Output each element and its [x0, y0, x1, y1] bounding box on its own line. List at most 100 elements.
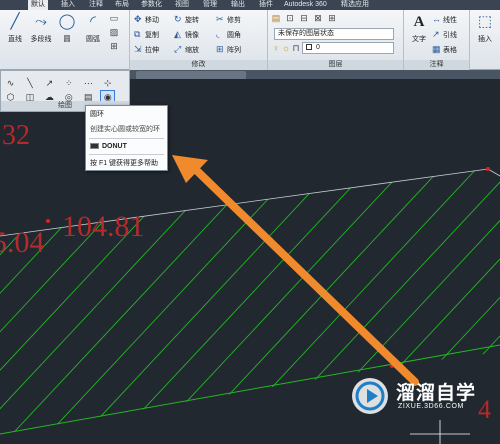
tab-annotate[interactable]: 注释 — [86, 0, 106, 10]
rotate-label: 旋转 — [185, 17, 199, 24]
hatch-line — [95, 169, 387, 434]
table-icon: ▦ — [432, 44, 441, 54]
hatch-line — [491, 169, 500, 434]
tab-plugins[interactable]: 插件 — [256, 0, 276, 10]
dimension-text-4: 4 — [478, 395, 491, 424]
insert-block-button[interactable]: ⬚ 插入 — [470, 12, 500, 44]
tab-layout[interactable]: 布局 — [112, 0, 132, 10]
current-layer-value: 0 — [316, 44, 320, 51]
tab-featured-apps[interactable]: 精选应用 — [338, 0, 372, 10]
hatch-line — [0, 169, 27, 434]
rectangle-icon[interactable]: ▭ — [108, 12, 120, 24]
boundary-right-line — [487, 168, 500, 177]
trim-label: 修剪 — [227, 17, 241, 24]
tooltip-divider — [89, 138, 164, 139]
tab-insert[interactable]: 插入 — [58, 0, 78, 10]
polyline-label: 多段线 — [30, 36, 52, 43]
annotation-group-title[interactable]: 注释 — [404, 60, 469, 70]
hatch-line — [0, 169, 135, 434]
ribbon-tab-bar: 默认 插入 注释 布局 参数化 视图 管理 输出 插件 Autodesk 360… — [0, 0, 500, 10]
move-icon: ✥ — [134, 14, 142, 24]
stretch-label: 拉伸 — [145, 47, 159, 54]
hatch-line — [0, 169, 171, 434]
tab-parametric[interactable]: 参数化 — [138, 0, 165, 10]
play-logo-icon — [352, 378, 388, 414]
stretch-button[interactable]: ⇲ 拉伸 — [134, 43, 159, 56]
mirror-icon: ◭ — [174, 29, 181, 39]
annotation-group: A 文字 ↔ 线性 ↗ 引线 ▦ 表格 注释 — [404, 10, 470, 70]
tooltip-description: 创建实心圆或较宽的环 — [90, 126, 160, 133]
file-tab-strip — [130, 70, 500, 79]
rotate-icon: ↻ — [174, 14, 182, 24]
draw-group: ╱ 直线 ⤳ 多段线 ◯ 圆 ◜ 圆弧 ▭ ▨ ⊞ — [0, 10, 130, 70]
scale-button[interactable]: ⤢ 缩放 — [174, 43, 199, 56]
tooltip-command-name: DONUT — [102, 143, 127, 150]
trim-button[interactable]: ✂ 修剪 — [216, 13, 241, 26]
ribbon-panel: ╱ 直线 ⤳ 多段线 ◯ 圆 ◜ 圆弧 ▭ ▨ ⊞ ✥ 移动 ↻ 旋转 ✂ 修剪 ⧉ 复… — [0, 10, 500, 70]
stretch-icon: ⇲ — [134, 44, 142, 54]
tab-default[interactable]: 默认 — [28, 0, 48, 10]
donut-tooltip: 圆环 创建实心圆或较宽的环 DONUT 按 F1 键获得更多帮助 — [85, 105, 168, 171]
modify-group-title[interactable]: 修改 — [130, 60, 267, 70]
layer-tool-icon-4[interactable]: ⊞ — [326, 12, 338, 24]
array-button[interactable]: ⊞ 阵列 — [216, 43, 241, 56]
current-layer-combo[interactable]: 0 — [302, 42, 394, 54]
watermark-title: 溜溜自学 — [396, 383, 477, 404]
mirror-button[interactable]: ◭ 镜像 — [174, 28, 199, 41]
tab-autodesk-360[interactable]: Autodesk 360 — [281, 0, 330, 10]
layer-properties-icon[interactable]: ▤ — [270, 12, 282, 24]
trim-icon: ✂ — [216, 14, 224, 24]
fillet-icon: ◟ — [216, 29, 220, 39]
text-icon: A — [413, 14, 425, 30]
insert-label: 插入 — [478, 36, 492, 43]
insert-block-icon: ⬚ — [477, 13, 493, 30]
vertex-point — [486, 167, 490, 171]
modify-group: ✥ 移动 ↻ 旋转 ✂ 修剪 ⧉ 复制 ◭ 镜像 ◟ 圆角 ⇲ 拉伸 ⤢ 缩放 ⊞ 阵列 修改 — [130, 10, 268, 70]
scale-label: 缩放 — [185, 47, 199, 54]
circle-icon: ◯ — [58, 13, 76, 30]
linear-dim-button[interactable]: ↔ 线性 — [432, 13, 457, 26]
hatch-icon[interactable]: ▨ — [108, 26, 120, 38]
tab-manage[interactable]: 管理 — [200, 0, 220, 10]
table-label: 表格 — [443, 47, 457, 54]
array-label: 阵列 — [227, 47, 241, 54]
rotate-button[interactable]: ↻ 旋转 — [174, 13, 199, 26]
layers-group-title[interactable]: 图层 — [268, 60, 403, 70]
copy-button[interactable]: ⧉ 复制 — [134, 28, 159, 41]
leader-label: 引线 — [443, 32, 457, 39]
arc-button[interactable]: ◜ 圆弧 — [78, 12, 108, 44]
file-tab[interactable] — [136, 71, 246, 79]
mirror-label: 镜像 — [185, 32, 199, 39]
hatch-line — [0, 169, 63, 434]
watermark: 溜溜自学 ZIXUE.3D66.COM — [352, 372, 475, 428]
copy-label: 复制 — [145, 32, 159, 39]
vertex-point — [46, 219, 50, 223]
layers-group: ▤ ⊡ ⊟ ⊠ ⊞ 未保存的图层状态 ♀ ☼ ⊓ 0 图层 — [268, 10, 404, 70]
annotation-arrow — [188, 162, 419, 386]
table-button[interactable]: ▦ 表格 — [432, 43, 457, 56]
tooltip-command: DONUT — [90, 143, 127, 150]
layer-tool-icon-3[interactable]: ⊠ — [312, 12, 324, 24]
line-icon: ╱ — [10, 13, 20, 30]
hatch-line — [0, 169, 279, 434]
linear-dimension-icon: ↔ — [432, 14, 441, 24]
tab-view[interactable]: 视图 — [172, 0, 192, 10]
watermark-url: ZIXUE.3D66.COM — [398, 403, 464, 410]
fillet-button[interactable]: ◟ 圆角 — [216, 28, 241, 41]
move-button[interactable]: ✥ 移动 — [134, 13, 159, 26]
tooltip-divider — [89, 154, 164, 155]
scale-icon: ⤢ — [174, 44, 182, 54]
layer-tool-icon-2[interactable]: ⊟ — [298, 12, 310, 24]
arc-label: 圆弧 — [86, 36, 100, 43]
leader-button[interactable]: ↗ 引线 — [432, 28, 457, 41]
polyline-icon: ⤳ — [34, 13, 47, 30]
dimension-text-104-81: 104.81 — [62, 210, 145, 243]
text-button[interactable]: A 文字 — [404, 12, 434, 44]
lock-icon: ⊓ — [292, 43, 300, 53]
boundary-icon[interactable]: ⊞ — [108, 40, 120, 52]
layer-state-combo[interactable]: 未保存的图层状态 — [274, 28, 394, 40]
array-icon: ⊞ — [216, 44, 224, 54]
layer-tool-icon-1[interactable]: ⊡ — [284, 12, 296, 24]
fillet-label: 圆角 — [227, 32, 241, 39]
tab-output[interactable]: 输出 — [228, 0, 248, 10]
